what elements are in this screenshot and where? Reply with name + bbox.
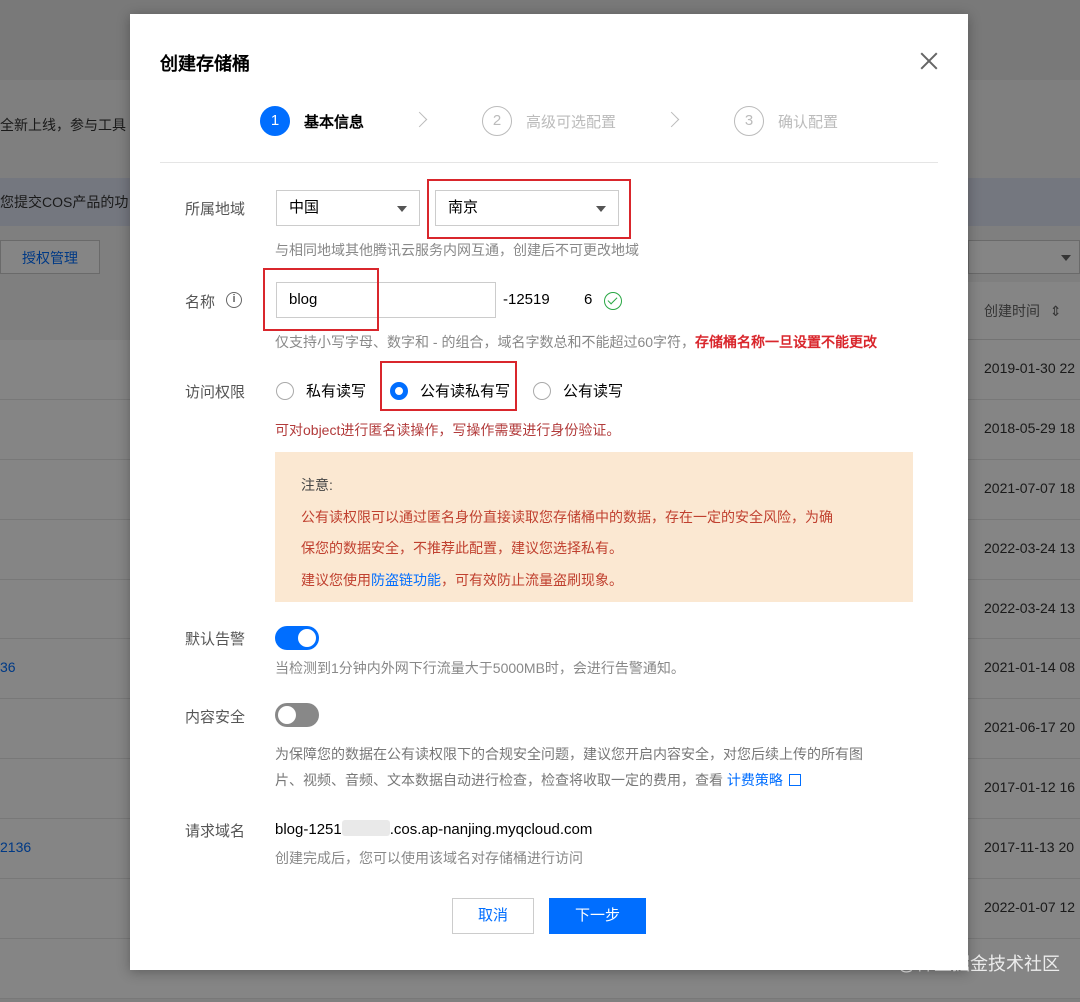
radio-circle [533,381,551,400]
anti-leech-link[interactable]: 防盗链功能 [371,572,441,588]
cancel-button[interactable]: 取消 [452,898,534,934]
alarm-label: 默认告警 [185,631,246,648]
notice-line: 保您的数据安全，不推荐此配置，建议您选择私有。 [301,540,623,556]
pricing-link[interactable]: 计费策略 [727,772,783,788]
appid-suffix: -12519 [503,291,550,308]
check-circle-icon [604,292,622,310]
region-label: 所属地域 [185,201,246,218]
toggle-knob [298,629,316,647]
access-desc: 可对object进行匿名读操作，写操作需要进行身份验证。 [275,422,621,438]
redacted-appid [341,820,390,836]
highlight-box [427,179,631,239]
notice-title: 注意: [301,477,333,493]
radio-public-rw[interactable]: 公有读写 [533,380,623,401]
radio-private-rw[interactable]: 私有读写 [276,380,366,401]
highlight-box [263,268,379,331]
chevron-right-icon [663,111,680,128]
toggle-knob [278,706,296,724]
step-confirm-config: 3 确认配置 [734,106,838,136]
step-basic-info: 1 基本信息 [260,106,364,136]
notice-line: 建议您使用防盗链功能，可有效防止流量盗刷现象。 [301,571,623,588]
access-label: 访问权限 [185,384,246,401]
highlight-box [380,361,517,411]
radio-circle [276,381,294,400]
notice-line: 公有读权限可以通过匿名身份直接读取您存储桶中的数据，存在一定的安全风险，为确 [301,508,833,525]
content-security-toggle[interactable] [275,703,319,727]
info-icon[interactable]: i [226,292,242,308]
external-link-icon[interactable] [788,774,801,786]
step-number: 2 [482,106,512,136]
domain-hint: 创建完成后，您可以使用该域名对存储桶进行访问 [275,850,583,866]
next-step-button[interactable]: 下一步 [549,898,646,934]
country-select[interactable]: 中国 [276,190,420,226]
content-security-desc: 为保障您的数据在公有读权限下的合规安全问题，建议您开启内容安全，对您后续上传的所… [275,746,863,788]
alarm-toggle[interactable] [275,626,319,650]
step-label: 高级可选配置 [526,113,617,131]
create-bucket-dialog: 创建存储桶 1 基本信息 2 高级可选配置 3 确认配置 所属地域 中国 南京 … [130,14,968,970]
region-hint: 与相同地域其他腾讯云服务内网互通，创建后不可更改地域 [275,242,639,258]
domain-label: 请求域名 [185,823,246,840]
appid-suffix-end: 6 [584,291,593,308]
name-hint: 仅支持小写字母、数字和 - 的组合，域名字数总和不能超过60字符，存储桶名称一旦… [275,334,878,350]
chevron-down-icon [397,206,407,212]
step-number: 1 [260,106,290,136]
name-label: 名称 [185,294,216,311]
dialog-title: 创建存储桶 [160,54,250,74]
step-label: 基本信息 [304,113,365,131]
chevron-right-icon [411,111,428,128]
step-advanced-config: 2 高级可选配置 [482,106,616,136]
divider [160,162,938,163]
alarm-hint: 当检测到1分钟内外网下行流量大于5000MB时，会进行告警通知。 [275,660,685,676]
step-label: 确认配置 [778,113,839,131]
name-warning: 存储桶名称一旦设置不能更改 [695,334,878,350]
content-security-label: 内容安全 [185,709,246,726]
security-notice: 注意: 公有读权限可以通过匿名身份直接读取您存储桶中的数据，存在一定的安全风险，… [275,452,913,602]
request-domain: blog-1251 .cos.ap-nanjing.myqcloud.com [275,820,593,838]
step-number: 3 [734,106,764,136]
close-icon[interactable] [916,48,942,74]
